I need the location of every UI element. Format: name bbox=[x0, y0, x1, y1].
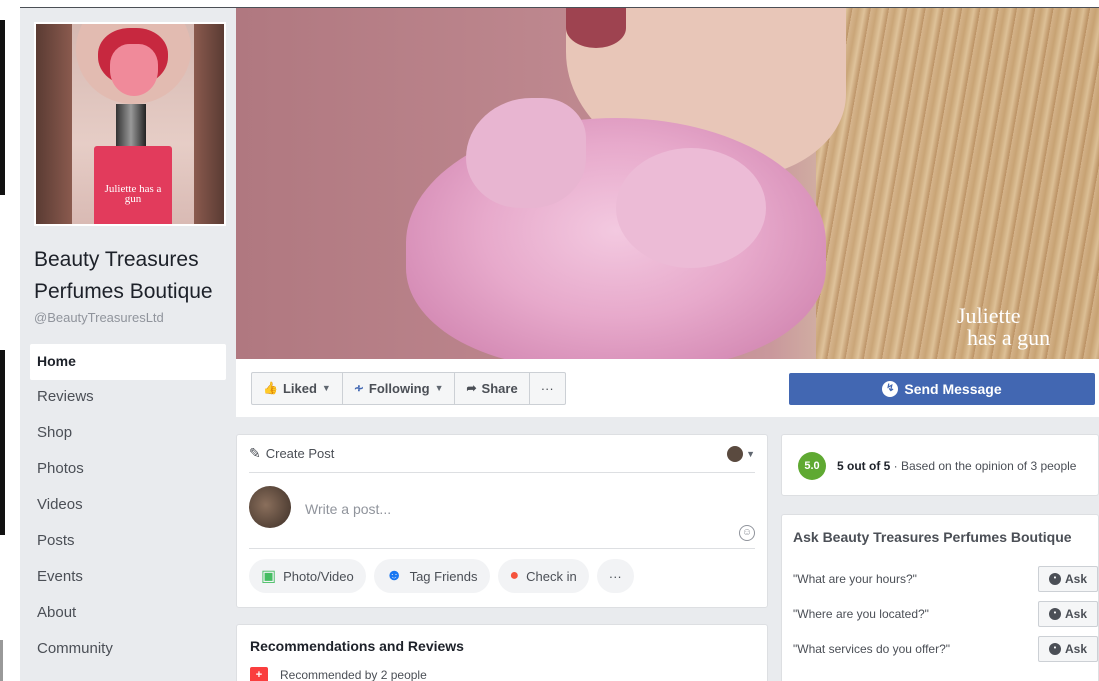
ask-title: Ask Beauty Treasures Perfumes Boutique bbox=[793, 529, 1072, 545]
ask-button[interactable]: • Ask bbox=[1038, 601, 1098, 627]
ask-button-label: Ask bbox=[1064, 572, 1087, 586]
page-nav: Home Reviews Shop Photos Videos Posts Ev… bbox=[30, 344, 226, 668]
rating-detail: · Based on the opinion of 3 people bbox=[890, 459, 1077, 473]
chevron-down-icon: ▼ bbox=[434, 383, 444, 393]
rating-card: 5.0 5 out of 5 · Based on the opinion of… bbox=[781, 434, 1099, 496]
composer-more-label: ··· bbox=[608, 568, 622, 584]
profile-hair bbox=[36, 24, 72, 224]
more-label: ··· bbox=[540, 381, 554, 396]
ask-row: "Where are you located?" • Ask bbox=[793, 600, 1098, 628]
nav-item-shop[interactable]: Shop bbox=[30, 416, 226, 452]
check-in-label: Check in bbox=[526, 568, 577, 584]
share-arrow-icon: ➦ bbox=[466, 381, 477, 395]
following-label: Following bbox=[368, 381, 430, 396]
ask-row: "What are your hours?" • Ask bbox=[793, 565, 1098, 593]
rating-value: 5 out of 5 bbox=[837, 459, 891, 473]
ask-button-label: Ask bbox=[1064, 607, 1087, 621]
ask-question: "What services do you offer?" bbox=[793, 642, 951, 656]
liked-label: Liked bbox=[282, 381, 317, 396]
profile-picture[interactable]: Juliette has a gun bbox=[34, 22, 226, 226]
check-in-button[interactable]: ● Check in bbox=[497, 559, 589, 593]
post-input-area[interactable]: Write a post... ☺ bbox=[249, 473, 755, 549]
ask-question: "Where are you located?" bbox=[793, 607, 929, 621]
tag-friends-icon: ☻ bbox=[385, 567, 403, 584]
rss-icon: ∻ bbox=[353, 381, 364, 395]
cover-photo[interactable]: Juliette has a gun bbox=[236, 8, 1099, 359]
perfume-label: Juliette has a gun bbox=[104, 183, 162, 205]
tag-friends-button[interactable]: ☻ Tag Friends bbox=[373, 559, 490, 593]
chat-bubble-icon: • bbox=[1048, 643, 1061, 655]
page-handle[interactable]: @BeautyTreasuresLtd bbox=[34, 310, 164, 325]
recommendations-count: Recommended by 2 people bbox=[280, 668, 427, 681]
create-post-title: Create Post bbox=[265, 446, 335, 461]
edge-strip bbox=[0, 20, 5, 195]
emoji-icon[interactable]: ☺ bbox=[739, 525, 755, 541]
ask-row: "What services do you offer?" • Ask bbox=[793, 635, 1098, 663]
chat-bubble-icon: • bbox=[1048, 573, 1061, 585]
nav-item-home[interactable]: Home bbox=[30, 344, 226, 380]
rating-badge: 5.0 bbox=[798, 452, 826, 480]
nav-item-about[interactable]: About bbox=[30, 596, 226, 632]
share-button[interactable]: ➦ Share bbox=[455, 373, 530, 404]
following-button[interactable]: ∻ Following ▼ bbox=[343, 373, 456, 404]
send-message-label: Send Message bbox=[904, 381, 1002, 397]
share-label: Share bbox=[481, 381, 518, 396]
ask-button[interactable]: • Ask bbox=[1038, 566, 1098, 592]
liked-button[interactable]: 👍 Liked ▼ bbox=[252, 373, 343, 404]
nav-item-events[interactable]: Events bbox=[30, 560, 226, 596]
profile-tongue bbox=[110, 44, 158, 96]
action-button-group: 👍 Liked ▼ ∻ Following ▼ ➦ Share ··· bbox=[251, 372, 566, 405]
cover-brand-line1: Juliette bbox=[957, 303, 1021, 328]
location-pin-icon: ● bbox=[509, 567, 520, 584]
send-message-button[interactable]: ↯ Send Message bbox=[789, 373, 1095, 405]
more-options-button[interactable]: ··· bbox=[530, 373, 565, 404]
top-border bbox=[20, 0, 1099, 8]
recommendations-title: Recommendations and Reviews bbox=[250, 638, 464, 654]
nav-item-videos[interactable]: Videos bbox=[30, 488, 226, 524]
tag-friends-label: Tag Friends bbox=[409, 568, 478, 584]
page-action-bar: 👍 Liked ▼ ∻ Following ▼ ➦ Share ··· ↯ Se… bbox=[236, 359, 1099, 417]
cover-petal bbox=[616, 148, 766, 268]
nav-item-posts[interactable]: Posts bbox=[30, 524, 226, 560]
recommendations-summary: + Recommended by 2 people bbox=[250, 667, 427, 681]
edge-strip bbox=[0, 640, 3, 681]
messenger-icon: ↯ bbox=[882, 381, 899, 397]
create-post-header[interactable]: ✎ Create Post ▼ bbox=[249, 435, 755, 473]
composer-actions: ▣ Photo/Video ☻ Tag Friends ● Check in ·… bbox=[237, 549, 767, 603]
profile-hair bbox=[194, 24, 224, 224]
photo-video-button[interactable]: ▣ Photo/Video bbox=[249, 559, 366, 593]
chevron-down-icon[interactable]: ▼ bbox=[746, 449, 755, 459]
cover-petal bbox=[466, 98, 586, 208]
create-post-card: ✎ Create Post ▼ Write a post... ☺ ▣ Phot… bbox=[236, 434, 768, 608]
perfume-cap bbox=[116, 104, 146, 150]
posting-as-avatar[interactable] bbox=[727, 445, 744, 462]
page-title[interactable]: Beauty Treasures Perfumes Boutique bbox=[34, 244, 234, 308]
cover-lips bbox=[566, 8, 626, 48]
nav-item-reviews[interactable]: Reviews bbox=[30, 380, 226, 416]
ask-card: Ask Beauty Treasures Perfumes Boutique "… bbox=[781, 514, 1099, 681]
edge-strip bbox=[0, 350, 5, 535]
nav-item-community[interactable]: Community bbox=[30, 632, 226, 668]
post-input[interactable]: Write a post... bbox=[305, 501, 391, 517]
page-sidebar: Juliette has a gun Beauty Treasures Perf… bbox=[20, 8, 236, 681]
ask-button[interactable]: • Ask bbox=[1038, 636, 1098, 662]
cover-brand-line2: has a gun bbox=[967, 325, 1051, 350]
composer-more-button[interactable]: ··· bbox=[596, 559, 634, 593]
thumbs-up-icon: 👍 bbox=[263, 381, 278, 395]
chevron-down-icon: ▼ bbox=[321, 383, 331, 393]
ask-button-label: Ask bbox=[1064, 642, 1087, 656]
recommend-icon: + bbox=[250, 667, 268, 681]
avatar bbox=[249, 486, 291, 528]
left-window-edge bbox=[0, 0, 20, 681]
chat-bubble-icon: • bbox=[1048, 608, 1061, 620]
photo-video-label: Photo/Video bbox=[283, 568, 354, 584]
photo-icon: ▣ bbox=[261, 568, 277, 585]
pencil-icon: ✎ bbox=[249, 445, 261, 461]
nav-item-photos[interactable]: Photos bbox=[30, 452, 226, 488]
rating-summary[interactable]: 5 out of 5 · Based on the opinion of 3 p… bbox=[837, 459, 1076, 473]
ask-question: "What are your hours?" bbox=[793, 572, 917, 586]
recommendations-card: Recommendations and Reviews + Recommende… bbox=[236, 624, 768, 681]
cover-brand-logo: Juliette has a gun bbox=[957, 305, 1077, 349]
